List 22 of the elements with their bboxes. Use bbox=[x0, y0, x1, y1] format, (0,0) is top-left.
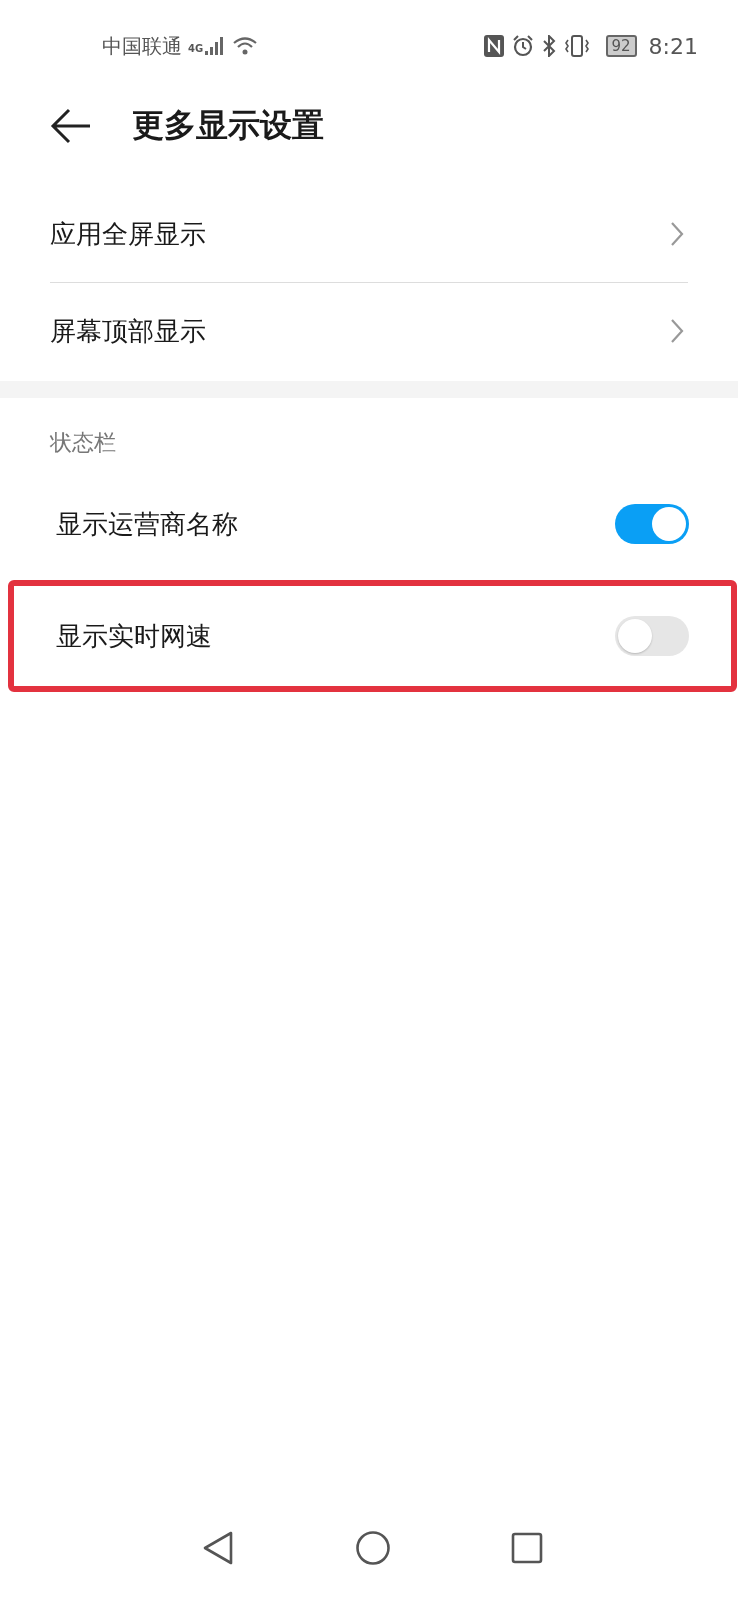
chevron-icon bbox=[670, 221, 684, 247]
section-header: 状态栏 bbox=[49, 429, 117, 457]
page-title: 更多显示设置 bbox=[132, 105, 324, 146]
bluetooth-icon bbox=[541, 35, 556, 57]
toggle-switch[interactable] bbox=[615, 504, 689, 544]
clock-time: 8:21 bbox=[648, 33, 698, 59]
chevron-icon bbox=[670, 318, 684, 344]
nfc-icon bbox=[483, 35, 504, 57]
setting-label: 显示实时网速 bbox=[56, 619, 212, 653]
settings-item[interactable]: 应用全屏显示 bbox=[50, 186, 688, 283]
vibrate-icon bbox=[563, 35, 590, 57]
carrier-name: 中国联通 bbox=[102, 32, 182, 60]
back-icon[interactable] bbox=[201, 1530, 235, 1566]
recents-icon[interactable] bbox=[511, 1532, 543, 1564]
settings-item[interactable]: 屏幕顶部显示 bbox=[50, 283, 688, 379]
network-type: 4G bbox=[188, 42, 204, 54]
back-icon[interactable] bbox=[50, 108, 92, 144]
home-icon[interactable] bbox=[355, 1530, 391, 1566]
alarm-icon bbox=[511, 35, 534, 57]
battery-icon: 92 bbox=[605, 35, 637, 57]
toggle-switch[interactable] bbox=[615, 616, 689, 656]
setting-label: 显示运营商名称 bbox=[56, 507, 238, 541]
